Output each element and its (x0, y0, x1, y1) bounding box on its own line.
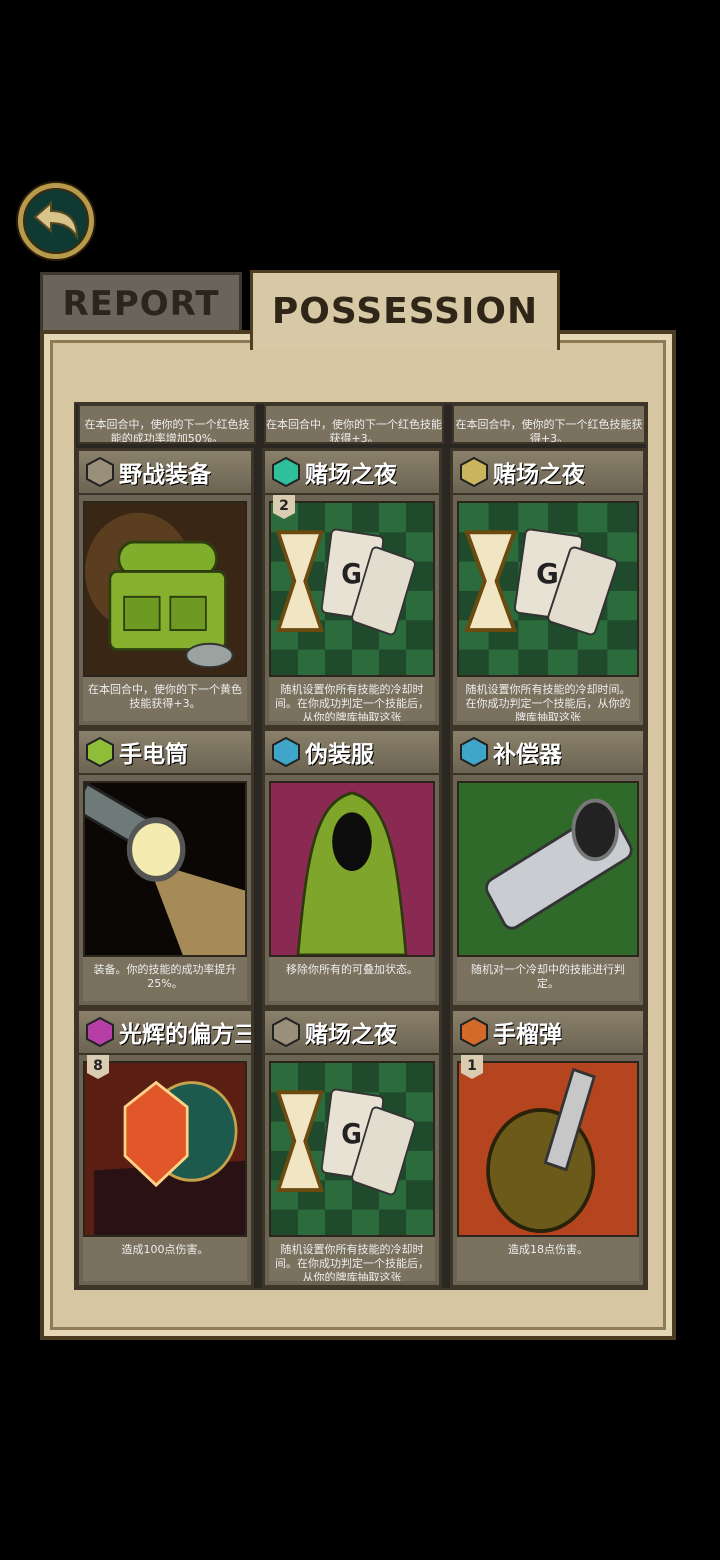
card-description: 随机设置你所有技能的冷却时间。在你成功判定一个技能后，从你的牌库抽取这张 (457, 677, 639, 721)
partial-card-desc: 在本回合中，使你的下一个红色技能获得+3。 (452, 404, 646, 444)
skill-color-gem-icon (271, 737, 301, 767)
compensator-art (459, 783, 637, 955)
possession-card[interactable]: 手电筒 装备。你的技能的成功率提升25%。 (76, 728, 254, 1008)
possession-card[interactable]: 赌场之夜 G 随机设置你所有技能的冷却时间。在你成功判定一个技能后，从你的牌库抽… (450, 448, 646, 728)
card-header: 赌场之夜 (265, 451, 439, 495)
possession-card[interactable]: 手榴弹 造成18点伤害。 1 (450, 1008, 646, 1288)
card-art (457, 781, 639, 957)
card-description: 造成100点伤害。 (83, 1237, 247, 1281)
card-art (83, 1061, 247, 1237)
crystal-art (85, 1063, 245, 1235)
card-header: 伪装服 (265, 731, 439, 775)
card-header: 补偿器 (453, 731, 643, 775)
card-header: 手榴弹 (453, 1011, 643, 1055)
card-header: 手电筒 (79, 731, 251, 775)
skill-color-gem-icon (85, 457, 115, 487)
svg-text:G: G (536, 558, 559, 590)
card-description: 造成18点伤害。 (457, 1237, 639, 1281)
partial-card-desc: 在本回合中，使你的下一个红色技能获得+3。 (264, 404, 444, 444)
possession-card[interactable]: 光辉的偏方三八面 造成100点伤害。 8 (76, 1008, 254, 1288)
skill-color-gem-icon (459, 737, 489, 767)
card-description: 随机设置你所有技能的冷却时间。在你成功判定一个技能后，从你的牌库抽取这张 (269, 1237, 435, 1281)
svg-text:G: G (341, 1119, 362, 1150)
card-description: 移除你所有的可叠加状态。 (269, 957, 435, 1001)
card-art: G (269, 1061, 435, 1237)
card-header: 野战装备 (79, 451, 251, 495)
grenade-art (459, 1063, 637, 1235)
skill-color-gem-icon (271, 457, 301, 487)
playing-cards-art: G (271, 1063, 433, 1235)
partial-card-desc: 在本回合中，使你的下一个红色技能的成功率增加50%。 (78, 404, 256, 444)
skill-color-gem-icon (271, 1017, 301, 1047)
card-art (83, 501, 247, 677)
card-header: 赌场之夜 (453, 451, 643, 495)
card-art (269, 781, 435, 957)
tab-report[interactable]: REPORT (40, 272, 242, 332)
skill-color-gem-icon (85, 737, 115, 767)
skill-color-gem-icon (85, 1017, 115, 1047)
flashlight-art (85, 783, 245, 955)
tab-possession[interactable]: POSSESSION (250, 270, 560, 350)
possession-card[interactable]: 赌场之夜 G 随机设置你所有技能的冷却时间。在你成功判定一个技能后，从你的牌库抽… (262, 448, 442, 728)
back-arrow-icon (33, 200, 79, 241)
skill-color-gem-icon (459, 457, 489, 487)
card-art: G (269, 501, 435, 677)
backpack-art (85, 503, 245, 675)
ghillie-suit-art (271, 783, 433, 955)
card-art (83, 781, 247, 957)
card-description: 随机设置你所有技能的冷却时间。在你成功判定一个技能后，从你的牌库抽取这张 (269, 677, 435, 721)
card-description: 在本回合中，使你的下一个黄色技能获得+3。 (83, 677, 247, 721)
card-header: 赌场之夜 (265, 1011, 439, 1055)
playing-cards-art: G (459, 503, 637, 675)
possession-card[interactable]: 野战装备 在本回合中，使你的下一个黄色技能获得+3。 (76, 448, 254, 728)
svg-text:G: G (341, 559, 362, 590)
card-description: 随机对一个冷却中的技能进行判定。 (457, 957, 639, 1001)
card-description: 装备。你的技能的成功率提升25%。 (83, 957, 247, 1001)
card-art (457, 1061, 639, 1237)
possession-card[interactable]: 赌场之夜 G 随机设置你所有技能的冷却时间。在你成功判定一个技能后，从你的牌库抽… (262, 1008, 442, 1288)
possession-card[interactable]: 补偿器 随机对一个冷却中的技能进行判定。 (450, 728, 646, 1008)
back-button[interactable] (18, 183, 94, 259)
card-art: G (457, 501, 639, 677)
skill-color-gem-icon (459, 1017, 489, 1047)
card-header: 光辉的偏方三八面 (79, 1011, 251, 1055)
possession-card[interactable]: 伪装服 移除你所有的可叠加状态。 (262, 728, 442, 1008)
playing-cards-art: G (271, 503, 433, 675)
